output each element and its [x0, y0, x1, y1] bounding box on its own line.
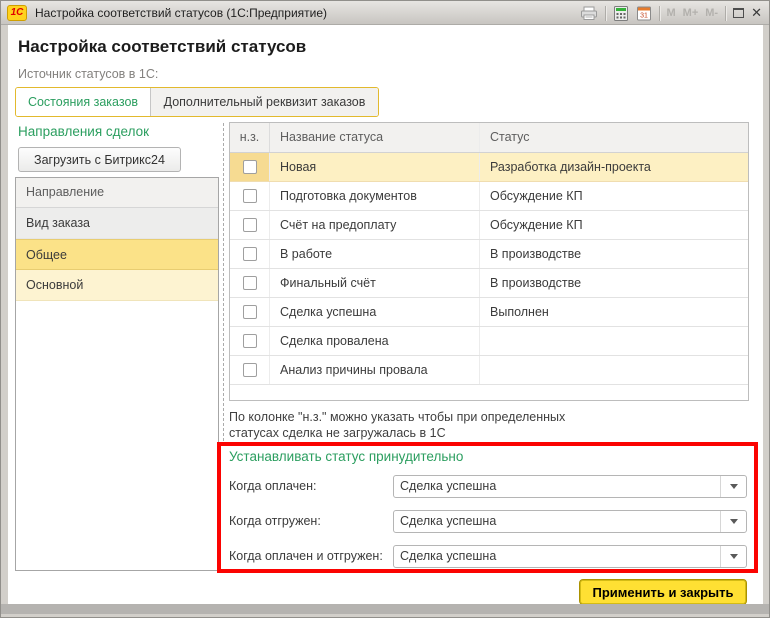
status-row[interactable]: Финальный счёт В производстве [230, 269, 748, 298]
status-value-cell [480, 356, 748, 384]
source-tab-group: Состояния заказов Дополнительный реквизи… [15, 87, 379, 117]
nz-note: По колонке "н.з." можно указать чтобы пр… [229, 409, 565, 441]
memory-plus-button[interactable]: M+ [683, 7, 699, 19]
status-name-cell: Новая [270, 153, 480, 181]
nz-checkbox[interactable] [243, 276, 257, 290]
status-value-cell: В производстве [480, 240, 748, 268]
force-status-fields: Когда оплачен: Сделка успешна Когда отгр… [229, 475, 749, 580]
nz-checkbox[interactable] [243, 305, 257, 319]
status-name-cell: Анализ причины провала [270, 356, 480, 384]
force-status-row: Когда оплачен и отгружен: Сделка успешна [229, 545, 749, 568]
maximize-button[interactable] [733, 8, 744, 18]
status-row[interactable]: Счёт на предоплату Обсуждение КП [230, 211, 748, 240]
status-dropdown-value: Сделка успешна [400, 511, 718, 532]
directions-column-header: Направление [16, 178, 218, 208]
tab-order-states[interactable]: Состояния заказов [16, 88, 151, 116]
status-dropdown[interactable]: Сделка успешна [393, 475, 747, 498]
nz-checkbox[interactable] [243, 160, 257, 174]
status-table-header: н.з. Название статуса Статус [230, 123, 748, 153]
direction-row[interactable]: Вид заказа [16, 208, 218, 239]
status-row[interactable]: Подготовка документов Обсуждение КП [230, 182, 748, 211]
titlebar-controls: 31 M M+ M- ✕ [580, 1, 763, 25]
toolbar-separator [725, 6, 726, 21]
form-content: Настройка соответствий статусов Источник… [8, 25, 763, 604]
nz-checkbox[interactable] [243, 189, 257, 203]
toolbar-separator [659, 6, 660, 21]
status-table-body: Новая Разработка дизайн-проекта Подготов… [230, 153, 748, 400]
status-name-cell: Сделка успешна [270, 298, 480, 326]
status-row[interactable]: Сделка провалена [230, 327, 748, 356]
window-frame-bottom [1, 604, 769, 614]
column-header-nz[interactable]: н.з. [230, 123, 270, 152]
load-from-bitrix24-button[interactable]: Загрузить с Битрикс24 [18, 147, 181, 172]
status-row[interactable]: В работе В производстве [230, 240, 748, 269]
status-dropdown-value: Сделка успешна [400, 546, 718, 567]
nz-checkbox[interactable] [243, 334, 257, 348]
chevron-down-icon[interactable] [720, 511, 746, 532]
direction-row[interactable]: Общее [16, 239, 218, 270]
source-label: Источник статусов в 1С: [18, 67, 158, 81]
memory-recall-button[interactable]: M [667, 7, 676, 19]
force-status-title: Устанавливать статус принудительно [229, 449, 463, 464]
memory-minus-button[interactable]: M- [705, 7, 718, 19]
nz-checkbox[interactable] [243, 363, 257, 377]
nz-checkbox[interactable] [243, 247, 257, 261]
tab-additional-attribute[interactable]: Дополнительный реквизит заказов [151, 88, 378, 116]
window-title: Настройка соответствий статусов (1С:Пред… [35, 1, 327, 25]
status-table: н.з. Название статуса Статус Новая Разра… [229, 122, 749, 401]
status-row[interactable]: Сделка успешна Выполнен [230, 298, 748, 327]
calendar-icon[interactable]: 31 [636, 6, 652, 21]
status-value-cell: В производстве [480, 269, 748, 297]
status-name-cell: Сделка провалена [270, 327, 480, 355]
printer-icon[interactable] [580, 6, 598, 21]
status-value-cell: Выполнен [480, 298, 748, 326]
force-status-row: Когда отгружен: Сделка успешна [229, 510, 749, 533]
close-button[interactable]: ✕ [751, 1, 762, 25]
status-value-cell: Разработка дизайн-проекта [480, 153, 748, 181]
status-name-cell: В работе [270, 240, 480, 268]
force-status-label: Когда оплачен: [229, 479, 316, 493]
force-status-label: Когда отгружен: [229, 514, 321, 528]
calculator-icon[interactable] [613, 6, 629, 21]
force-status-label: Когда оплачен и отгружен: [229, 549, 383, 563]
titlebar[interactable]: 1С Настройка соответствий статусов (1С:П… [1, 1, 769, 25]
status-dropdown[interactable]: Сделка успешна [393, 545, 747, 568]
status-value-cell [480, 327, 748, 355]
status-name-cell: Счёт на предоплату [270, 211, 480, 239]
status-value-cell: Обсуждение КП [480, 182, 748, 210]
column-header-status[interactable]: Статус [480, 123, 748, 152]
svg-text:31: 31 [640, 12, 648, 19]
nz-checkbox[interactable] [243, 218, 257, 232]
force-status-box: Устанавливать статус принудительно Когда… [217, 442, 758, 573]
nz-note-line2: статусах сделка не загружалась в 1С [229, 425, 565, 441]
status-value-cell: Обсуждение КП [480, 211, 748, 239]
direction-row[interactable]: Основной [16, 270, 218, 301]
directions-title: Направления сделок [18, 124, 149, 139]
chevron-down-icon[interactable] [720, 476, 746, 497]
status-name-cell: Подготовка документов [270, 182, 480, 210]
column-header-status-name[interactable]: Название статуса [270, 123, 480, 152]
chevron-down-icon[interactable] [720, 546, 746, 567]
nz-note-line1: По колонке "н.з." можно указать чтобы пр… [229, 409, 565, 425]
page-title: Настройка соответствий статусов [18, 37, 306, 57]
status-dropdown-value: Сделка успешна [400, 476, 718, 497]
directions-list: Направление Вид заказа Общее Основной [15, 177, 219, 571]
1c-logo-icon: 1С [7, 5, 27, 21]
status-row[interactable]: Анализ причины провала [230, 356, 748, 385]
force-status-row: Когда оплачен: Сделка успешна [229, 475, 749, 498]
status-dropdown[interactable]: Сделка успешна [393, 510, 747, 533]
status-name-cell: Финальный счёт [270, 269, 480, 297]
status-row[interactable]: Новая Разработка дизайн-проекта [230, 153, 748, 182]
app-window: 1С Настройка соответствий статусов (1С:П… [0, 0, 770, 618]
apply-and-close-button[interactable]: Применить и закрыть [579, 579, 747, 605]
directions-rows: Вид заказа Общее Основной [16, 208, 218, 301]
toolbar-separator [605, 6, 606, 21]
